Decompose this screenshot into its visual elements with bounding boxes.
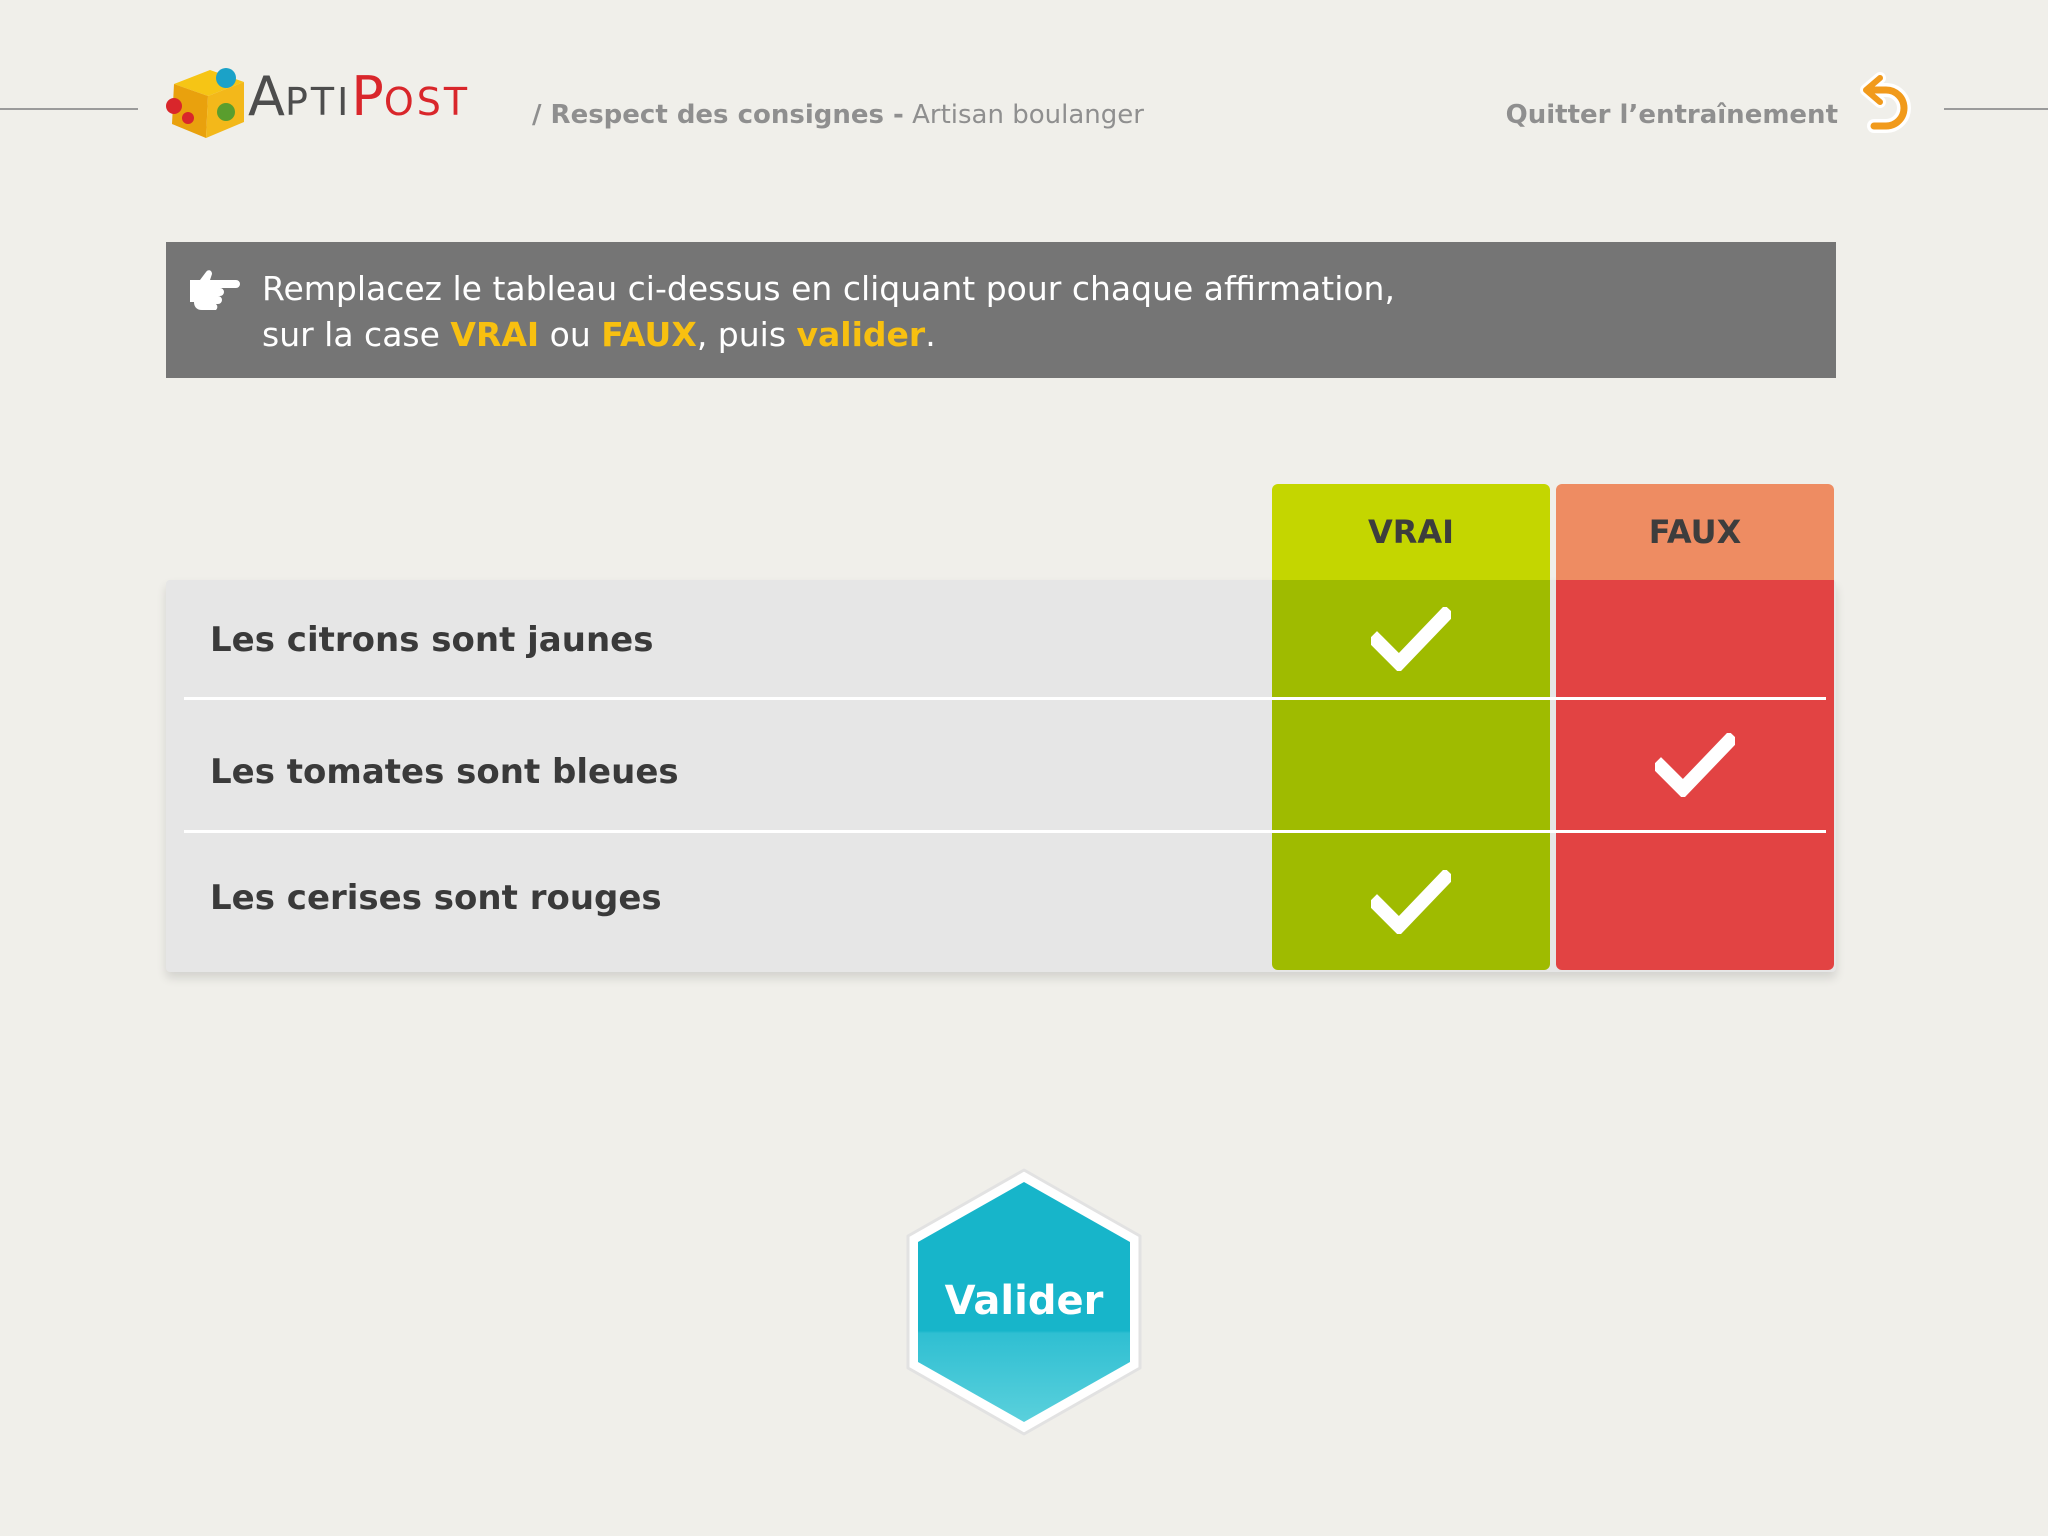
logo-apti-initial: A bbox=[248, 65, 285, 128]
checkmark-icon bbox=[1371, 606, 1451, 671]
cell-statement-2-faux[interactable] bbox=[1556, 700, 1834, 830]
undo-arrow-icon[interactable] bbox=[1856, 72, 1914, 142]
quit-training-link[interactable]: Quitter l’entraînement bbox=[1506, 100, 1838, 130]
valider-button[interactable]: Valider bbox=[902, 1166, 1146, 1438]
instructions-text: Remplacez le tableau ci-dessus en cliqua… bbox=[262, 266, 1395, 358]
instructions-banner: Remplacez le tableau ci-dessus en cliqua… bbox=[166, 242, 1836, 378]
pointing-hand-icon bbox=[190, 270, 240, 310]
instructions-line-1: Remplacez le tableau ci-dessus en cliqua… bbox=[262, 269, 1395, 308]
statement-1-label: Les citrons sont jaunes bbox=[210, 620, 654, 660]
logo-post-rest: OST bbox=[383, 80, 471, 124]
statement-3-label: Les cerises sont rouges bbox=[210, 878, 662, 918]
instructions-fragment: ou bbox=[539, 315, 602, 354]
logo-apti-rest: PTI bbox=[284, 80, 352, 124]
puzzle-cube-icon bbox=[166, 68, 244, 138]
instructions-vrai-highlight: VRAI bbox=[450, 315, 540, 354]
cell-statement-1-faux[interactable] bbox=[1556, 580, 1834, 697]
statement-2-label: Les tomates sont bleues bbox=[210, 752, 679, 792]
column-header-faux: FAUX bbox=[1556, 484, 1834, 580]
cell-statement-3-vrai[interactable] bbox=[1272, 833, 1550, 970]
breadcrumb-section: / Respect des consignes - bbox=[532, 100, 904, 130]
instructions-fragment: sur la case bbox=[262, 315, 451, 354]
header-rule-right bbox=[1944, 108, 2048, 110]
column-header-vrai: VRAI bbox=[1272, 484, 1550, 580]
checkmark-icon bbox=[1655, 733, 1735, 797]
instructions-valider-highlight: valider bbox=[796, 315, 926, 354]
header-rule-left bbox=[0, 108, 138, 110]
instructions-faux-highlight: FAUX bbox=[601, 315, 697, 354]
logo-wordmark: APTIPOST bbox=[248, 70, 470, 124]
instructions-fragment: , puis bbox=[696, 315, 797, 354]
cell-statement-1-vrai[interactable] bbox=[1272, 580, 1550, 697]
valider-label: Valider bbox=[944, 1278, 1104, 1324]
checkmark-icon bbox=[1371, 869, 1451, 934]
aptipost-logo[interactable]: APTIPOST bbox=[164, 56, 504, 146]
breadcrumb: / Respect des consignes - Artisan boulan… bbox=[532, 100, 1144, 130]
instructions-fragment: . bbox=[925, 315, 936, 354]
breadcrumb-job: Artisan boulanger bbox=[912, 100, 1144, 130]
cell-statement-3-faux[interactable] bbox=[1556, 833, 1834, 970]
logo-post-initial: P bbox=[351, 65, 384, 128]
cell-statement-2-vrai[interactable] bbox=[1272, 700, 1550, 830]
instructions-line-2: sur la case VRAI ou FAUX, puis valider. bbox=[262, 312, 1395, 358]
